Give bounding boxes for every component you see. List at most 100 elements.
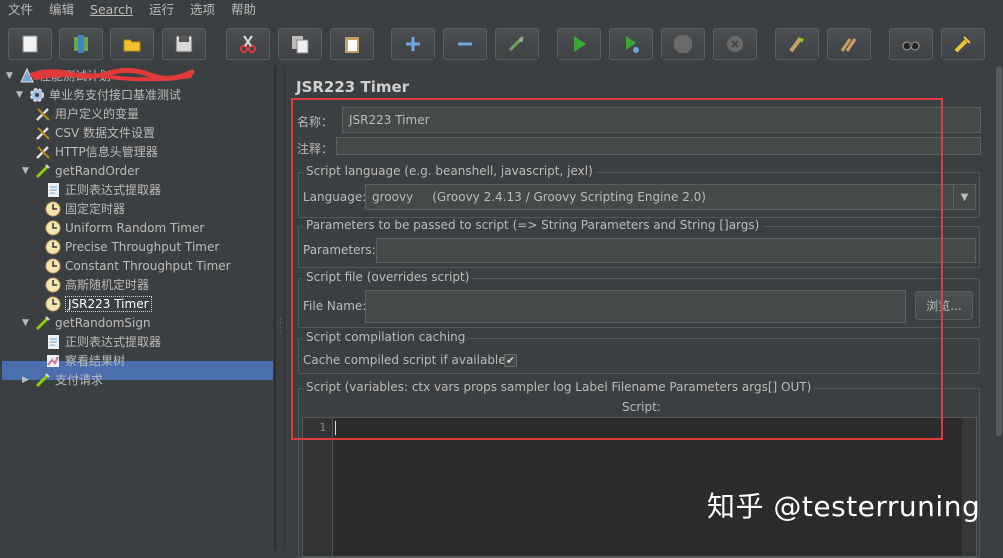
name-field[interactable]: JSR223 Timer — [342, 107, 981, 133]
timer-icon — [44, 276, 62, 294]
parameters-group-title: Parameters to be passed to script (=> St… — [303, 218, 763, 232]
tree-item-label: Precise Throughput Timer — [65, 239, 220, 254]
comment-field[interactable] — [336, 137, 981, 155]
tree-item[interactable]: ▼ getRandOrder — [22, 161, 139, 180]
menu-run[interactable]: 运行 — [141, 0, 182, 20]
script-file-group-title: Script file (overrides script) — [303, 270, 473, 284]
tree-item[interactable]: ▶ 支付请求 — [22, 370, 103, 389]
copy-button[interactable] — [278, 28, 322, 60]
tree-item-label: CSV 数据文件设置 — [55, 126, 156, 140]
config-element-icon — [34, 124, 52, 142]
menu-edit[interactable]: 编辑 — [41, 0, 82, 20]
comment-label: 注释： — [297, 142, 334, 156]
chevron-down-icon[interactable]: ▼ — [953, 185, 975, 209]
tree-item[interactable]: Precise Throughput Timer — [36, 237, 219, 256]
templates-button[interactable] — [59, 28, 103, 60]
tree-item[interactable]: 正则表达式提取器 — [36, 180, 161, 199]
language-select[interactable]: groovy (Groovy 2.4.13 / Groovy Scripting… — [365, 184, 976, 210]
post-processor-icon — [44, 333, 62, 351]
expanded-arrow-icon[interactable]: ▼ — [22, 318, 32, 328]
clear-button[interactable] — [775, 28, 819, 60]
tree-item-label: getRandOrder — [55, 163, 140, 178]
collapse-icon — [458, 42, 472, 46]
clear-icon — [789, 37, 804, 53]
reset-search-icon — [954, 36, 971, 53]
start-no-pause-button[interactable] — [609, 28, 653, 60]
browse-button[interactable]: 浏览... — [915, 291, 973, 320]
parameters-field[interactable] — [376, 238, 976, 263]
tree-item-label: HTTP信息头管理器 — [55, 145, 158, 159]
cache-label: Cache compiled script if available: — [303, 353, 510, 367]
tree-item[interactable]: CSV 数据文件设置 — [26, 123, 155, 142]
shutdown-icon — [727, 36, 743, 52]
tree-item-label: 用户定义的变量 — [55, 107, 140, 121]
config-element-icon — [34, 105, 52, 123]
tree-item[interactable]: 用户定义的变量 — [26, 104, 139, 123]
expand-icon — [406, 37, 420, 51]
tree-item[interactable]: Uniform Random Timer — [36, 218, 204, 237]
collapsed-arrow-icon[interactable]: ▶ — [22, 375, 32, 385]
expanded-arrow-icon[interactable]: ▼ — [22, 166, 32, 176]
copy-icon — [292, 36, 309, 54]
new-icon — [22, 35, 38, 53]
tree-item[interactable]: HTTP信息头管理器 — [26, 142, 158, 161]
cut-button[interactable] — [226, 28, 270, 60]
menu-bar: 文件 编辑 Search 运行 选项 帮助 — [0, 0, 1003, 20]
language-label: Language: — [303, 190, 367, 204]
tree-item[interactable]: 察看结果树 — [36, 351, 125, 370]
menu-options[interactable]: 选项 — [182, 0, 223, 20]
test-plan-tree[interactable]: ▼ 性能测试计划 ▼ 单业务支付接口基准测试 用户定义的变量 CSV 数据文件设置 HTTP… — [0, 66, 275, 550]
tree-item-label: 支付请求 — [55, 373, 104, 387]
tree-item-label: 正则表达式提取器 — [65, 183, 162, 197]
toggle-button[interactable] — [495, 28, 539, 60]
panel-scrollbar-thumb[interactable] — [996, 66, 1002, 436]
toolbar — [0, 22, 1003, 66]
new-button[interactable] — [8, 28, 52, 60]
file-name-label: File Name: — [303, 299, 367, 313]
tree-item[interactable]: ▼ 单业务支付接口基准测试 — [16, 85, 181, 104]
menu-search[interactable]: Search — [82, 0, 141, 20]
toggle-icon — [508, 35, 525, 52]
expanded-arrow-icon[interactable]: ▼ — [16, 90, 26, 100]
split-pane-divider[interactable]: · · · · — [275, 66, 285, 550]
file-name-field[interactable] — [365, 290, 906, 323]
cache-checkbox[interactable]: ✔ — [504, 354, 517, 367]
tree-item[interactable]: JSR223 Timer — [36, 294, 152, 313]
shutdown-button[interactable] — [713, 28, 757, 60]
tree-item[interactable]: Constant Throughput Timer — [36, 256, 231, 275]
timer-icon — [44, 238, 62, 256]
start-button[interactable] — [557, 28, 601, 60]
timer-icon — [44, 257, 62, 275]
language-select-value: groovy (Groovy 2.4.13 / Groovy Scripting… — [372, 190, 706, 204]
open-button[interactable] — [110, 28, 154, 60]
save-button[interactable] — [162, 28, 206, 60]
tree-item[interactable]: 固定定时器 — [36, 199, 125, 218]
stop-icon — [674, 35, 692, 53]
watermark: 知乎 @testerruning — [707, 490, 981, 523]
tree-item[interactable]: 正则表达式提取器 — [36, 332, 161, 351]
timer-icon — [44, 200, 62, 218]
stop-button[interactable] — [661, 28, 705, 60]
collapse-button[interactable] — [443, 28, 487, 60]
redaction-scribble — [30, 67, 195, 82]
expand-button[interactable] — [391, 28, 435, 60]
tree-item[interactable]: 高斯随机定时器 — [36, 275, 149, 294]
cut-icon — [240, 35, 256, 53]
post-processor-icon — [44, 181, 62, 199]
timer-icon — [44, 295, 62, 313]
open-icon — [123, 39, 141, 52]
timer-icon — [44, 219, 62, 237]
paste-button[interactable] — [330, 28, 374, 60]
tree-item-label: Uniform Random Timer — [65, 220, 205, 235]
config-element-icon — [34, 143, 52, 161]
reset-search-button[interactable] — [941, 28, 985, 60]
tree-item[interactable]: ▼ getRandomSign — [22, 313, 151, 332]
grip-icon: · · · · — [279, 315, 282, 336]
expanded-arrow-icon[interactable]: ▼ — [6, 71, 16, 81]
search-button[interactable] — [889, 28, 933, 60]
clear-all-button[interactable] — [827, 28, 871, 60]
menu-file[interactable]: 文件 — [0, 0, 41, 20]
menu-help[interactable]: 帮助 — [223, 0, 264, 20]
save-icon — [175, 35, 193, 53]
panel-scrollbar[interactable] — [995, 66, 1003, 550]
